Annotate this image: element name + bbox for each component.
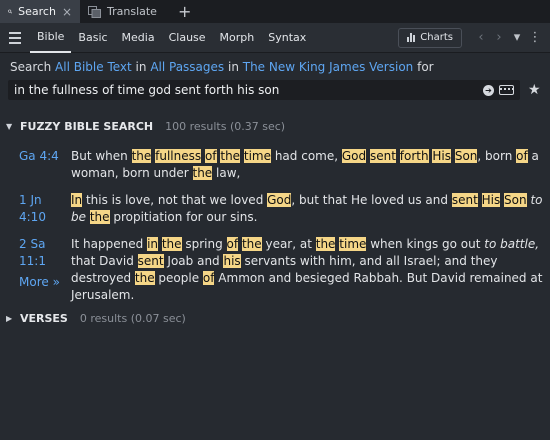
result-row: 1 Jn 4:10 In this is love, not that we lo…: [0, 192, 550, 226]
star-icon[interactable]: ★: [528, 82, 541, 98]
verse-text-segment: , but that He loved us and: [291, 193, 452, 207]
result-row: Ga 4:4 But when the fullness of the time …: [0, 148, 550, 182]
verse-text-segment: that David: [71, 254, 138, 268]
expanded-triangle-icon: ▼: [6, 122, 13, 131]
match-highlight: his: [223, 254, 241, 268]
scope-passages-link[interactable]: All Passages: [150, 60, 224, 74]
tab-search[interactable]: Search ×: [0, 0, 80, 23]
back-arrow-icon[interactable]: ‹: [472, 30, 490, 45]
verse-text: In this is love, not that we loved God, …: [71, 192, 543, 226]
keyboard-icon[interactable]: [499, 85, 514, 95]
match-highlight: of: [516, 149, 528, 163]
verse-reference-link[interactable]: 1 Jn 4:10: [0, 192, 71, 226]
scope-text: for: [413, 60, 434, 74]
translate-icon: [88, 5, 101, 18]
verse-reference-link[interactable]: 2 Sa 11:1: [0, 236, 71, 304]
search-input[interactable]: in the fullness of time god sent forth h…: [8, 80, 520, 100]
match-highlight: of: [226, 237, 239, 251]
match-highlight: sent: [137, 254, 164, 268]
match-highlight: the: [315, 237, 336, 251]
match-highlight: the: [220, 149, 241, 163]
verse-text-segment: It happened: [71, 237, 148, 251]
verses-count: 0 results (0.07 sec): [79, 312, 186, 325]
more-link[interactable]: More »: [19, 275, 60, 289]
match-highlight: His: [481, 193, 501, 207]
match-highlight: In: [71, 193, 83, 207]
match-highlight: God: [341, 149, 367, 163]
match-highlight: sent: [451, 193, 478, 207]
verse-text-segment: propitiation for our sins.: [109, 210, 258, 224]
match-highlight: time: [243, 149, 272, 163]
verse-text-segment: spring: [181, 237, 227, 251]
verse-text-segment: had come,: [271, 149, 342, 163]
match-highlight: the: [131, 149, 152, 163]
verse-text-segment: when kings go out: [366, 237, 485, 251]
result-row: 2 Sa 11:1 It happened in the spring of th…: [0, 236, 550, 304]
fuzzy-section-header[interactable]: ▼ FUZZY BIBLE SEARCH 100 results (0.37 s…: [6, 120, 285, 133]
match-highlight: of: [204, 149, 217, 163]
charts-label: Charts: [420, 32, 453, 43]
tab-translate-label: Translate: [107, 5, 157, 18]
match-highlight: forth: [399, 149, 429, 163]
bar-chart-icon: [407, 33, 416, 42]
verse-reference-link[interactable]: Ga 4:4: [0, 148, 71, 182]
forward-arrow-icon[interactable]: ›: [490, 30, 508, 45]
match-highlight: time: [339, 237, 367, 251]
match-highlight: the: [192, 166, 213, 180]
verse-text-segment: But when: [71, 149, 132, 163]
verse-text: But when the fullness of the time had co…: [71, 148, 543, 182]
verse-text: It happened in the spring of the year, a…: [71, 236, 543, 304]
tab-clause[interactable]: Clause: [162, 23, 213, 53]
match-highlight: His: [432, 149, 451, 163]
match-highlight: fullness: [155, 149, 202, 163]
go-arrow-icon[interactable]: ➔: [483, 84, 494, 96]
tab-bar: Search × Translate +: [0, 0, 550, 23]
match-highlight: God: [267, 193, 292, 207]
tab-media[interactable]: Media: [115, 23, 162, 53]
match-highlight: in: [147, 237, 159, 251]
verse-text-segment: people: [154, 271, 203, 285]
tab-bible[interactable]: Bible: [30, 23, 72, 53]
scope-version-link[interactable]: The New King James Version: [243, 60, 414, 74]
match-highlight: Son: [504, 193, 527, 207]
verse-text-segment: law,: [212, 166, 241, 180]
tab-syntax[interactable]: Syntax: [261, 23, 313, 53]
results-list: Ga 4:4 But when the fullness of the time …: [0, 148, 550, 314]
verse-text-segment: this is love, not that we loved: [82, 193, 268, 207]
verses-title: VERSES: [20, 312, 68, 325]
scope-text: in: [224, 60, 243, 74]
scope-text: in: [131, 60, 151, 74]
match-highlight: the: [134, 271, 155, 285]
toolbar: Bible Basic Media Clause Morph Syntax Ch…: [0, 23, 550, 53]
more-options-icon[interactable]: ⋮: [526, 30, 544, 45]
scope-text-link[interactable]: All Bible Text: [55, 60, 132, 74]
match-highlight: the: [89, 210, 110, 224]
match-highlight: of: [202, 271, 215, 285]
verses-section-header[interactable]: ▶ VERSES 0 results (0.07 sec): [6, 312, 186, 325]
tab-morph[interactable]: Morph: [213, 23, 262, 53]
scope-text: Search: [10, 60, 56, 74]
italic-text: to battle,: [484, 237, 540, 251]
charts-button[interactable]: Charts: [398, 27, 462, 48]
search-input-value[interactable]: in the fullness of time god sent forth h…: [14, 83, 483, 97]
dropdown-icon[interactable]: ▾: [508, 30, 526, 45]
tab-search-label: Search: [18, 5, 56, 18]
search-scope: Search All Bible Text in All Passages in…: [10, 60, 434, 74]
match-highlight: sent: [369, 149, 396, 163]
tab-basic[interactable]: Basic: [71, 23, 114, 53]
verse-text-segment: Joab and: [163, 254, 224, 268]
search-icon: [8, 9, 13, 14]
fuzzy-title: FUZZY BIBLE SEARCH: [20, 120, 154, 133]
close-icon[interactable]: ×: [62, 5, 72, 19]
match-highlight: the: [161, 237, 182, 251]
match-highlight: Son: [454, 149, 478, 163]
tab-translate[interactable]: Translate: [80, 0, 170, 23]
menu-icon[interactable]: [0, 31, 30, 44]
fuzzy-count: 100 results (0.37 sec): [165, 120, 286, 133]
verse-text-segment: year, at: [261, 237, 316, 251]
add-tab-icon[interactable]: +: [170, 0, 199, 23]
match-highlight: the: [241, 237, 262, 251]
verse-text-segment: , born: [477, 149, 517, 163]
collapsed-triangle-icon: ▶: [6, 314, 13, 323]
